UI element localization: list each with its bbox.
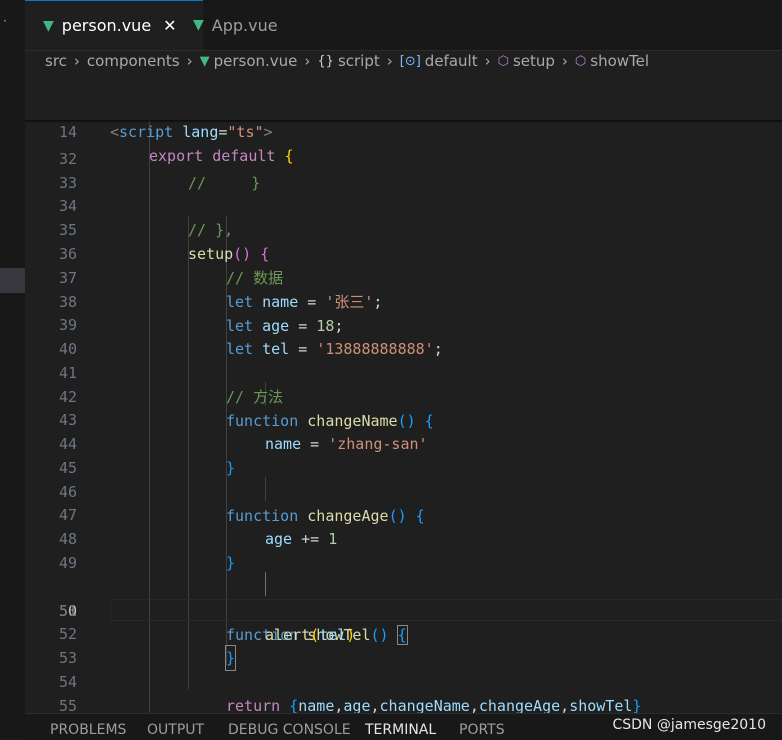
tab-label: person.vue [61,16,152,35]
panel-tab-bar: PROBLEMS OUTPUT DEBUG CONSOLE TERMINAL P… [25,713,782,740]
code-line[interactable]: 44 } [25,408,782,477]
breadcrumb-item-file[interactable]: person.vue [214,52,298,70]
code-line[interactable]: 56 } [25,694,782,713]
code-line[interactable]: 47 age += 1 [25,479,782,548]
tab-output[interactable]: OUTPUT [147,722,204,738]
vue-icon: ▼ [193,17,204,33]
vue-icon: ▼ [199,53,210,69]
sticky-line[interactable]: 12 <script lang="ts"> [25,72,782,141]
code-line[interactable]: 54 return {name,age,changeName,changeAge… [25,646,782,713]
tab-app-vue[interactable]: ▼ App.vue [175,0,328,50]
breadcrumb-item-default[interactable]: default [425,52,478,70]
chevron-right-icon: › [561,52,568,70]
chevron-right-icon: › [304,52,311,70]
method-cube-icon: ⬡ [497,53,509,69]
explorer-selection [0,268,25,293]
method-cube-icon: ⬡ [574,53,587,69]
chevron-right-icon: › [484,52,491,70]
tab-terminal[interactable]: TERMINAL [365,722,436,738]
more-icon[interactable]: · [3,14,7,28]
tab-ports[interactable]: PORTS [459,722,505,738]
sticky-line[interactable]: 14 export default { [25,96,782,165]
chevron-right-icon: › [186,52,193,70]
breadcrumb-item-src[interactable]: src [45,52,67,70]
braces-icon: {} [317,53,334,69]
code-line[interactable]: 40 [25,313,782,358]
code-line[interactable]: 52 } [25,598,782,671]
code-line[interactable]: 42 function changeName() { [25,361,782,430]
chevron-right-icon: › [73,52,80,70]
code-line-current[interactable]: 50 function showTel() { [25,551,782,645]
code-line[interactable]: 34 // }, [25,170,782,239]
tab-label: App.vue [211,15,278,35]
code-line[interactable]: 46 function changeAge() { [25,456,782,525]
editor-tab-bar: ▼ person.vue ✕ ▼ App.vue [25,0,782,51]
code-line[interactable]: 48 } [25,503,782,572]
tab-debug-console[interactable]: DEBUG CONSOLE [228,722,351,738]
code-line[interactable]: 35 setup() { [25,194,782,263]
sticky-shadow [25,120,782,123]
code-line[interactable]: 39 let tel = '13888888888'; [25,289,782,358]
breadcrumb-item-components[interactable]: components [87,52,180,70]
tab-problems[interactable]: PROBLEMS [50,722,126,738]
code-line[interactable]: 45 [25,432,782,477]
code-line[interactable]: 36 // 数据 [25,218,782,287]
code-line[interactable]: 38 let age = 18; [25,266,782,335]
code-editor[interactable]: 12 <script lang="ts"> 14 export default … [25,72,782,713]
chevron-right-icon: › [386,52,393,70]
breadcrumb-item-script[interactable]: script [338,52,380,70]
code-line[interactable]: 55 } [25,670,782,713]
code-line[interactable]: 41 // 方法 [25,337,782,406]
activity-bar-edge: · [0,0,25,739]
code-text: export default { [149,147,294,165]
vue-icon: ▼ [43,17,54,34]
code-line[interactable]: 33 [25,147,782,192]
variable-icon: [⊙] [399,53,421,69]
code-text: <script lang="ts"> [110,123,273,141]
code-line[interactable]: 53 [25,622,782,667]
breadcrumb: src › components › ▼ person.vue › {} scr… [25,50,782,72]
line-number: 14 [58,123,77,141]
watermark: CSDN @jamesge2010 [612,717,766,733]
code-line[interactable]: 37 let name = '张三'; [25,242,782,311]
code-line[interactable]: 49 [25,527,782,572]
code-line[interactable]: 43 name = 'zhang-san' [25,384,782,453]
breadcrumb-item-showtel[interactable]: showTel [590,52,649,70]
code-line[interactable]: 51 alert(tel) [25,575,782,644]
breadcrumb-item-setup[interactable]: setup [513,52,555,70]
